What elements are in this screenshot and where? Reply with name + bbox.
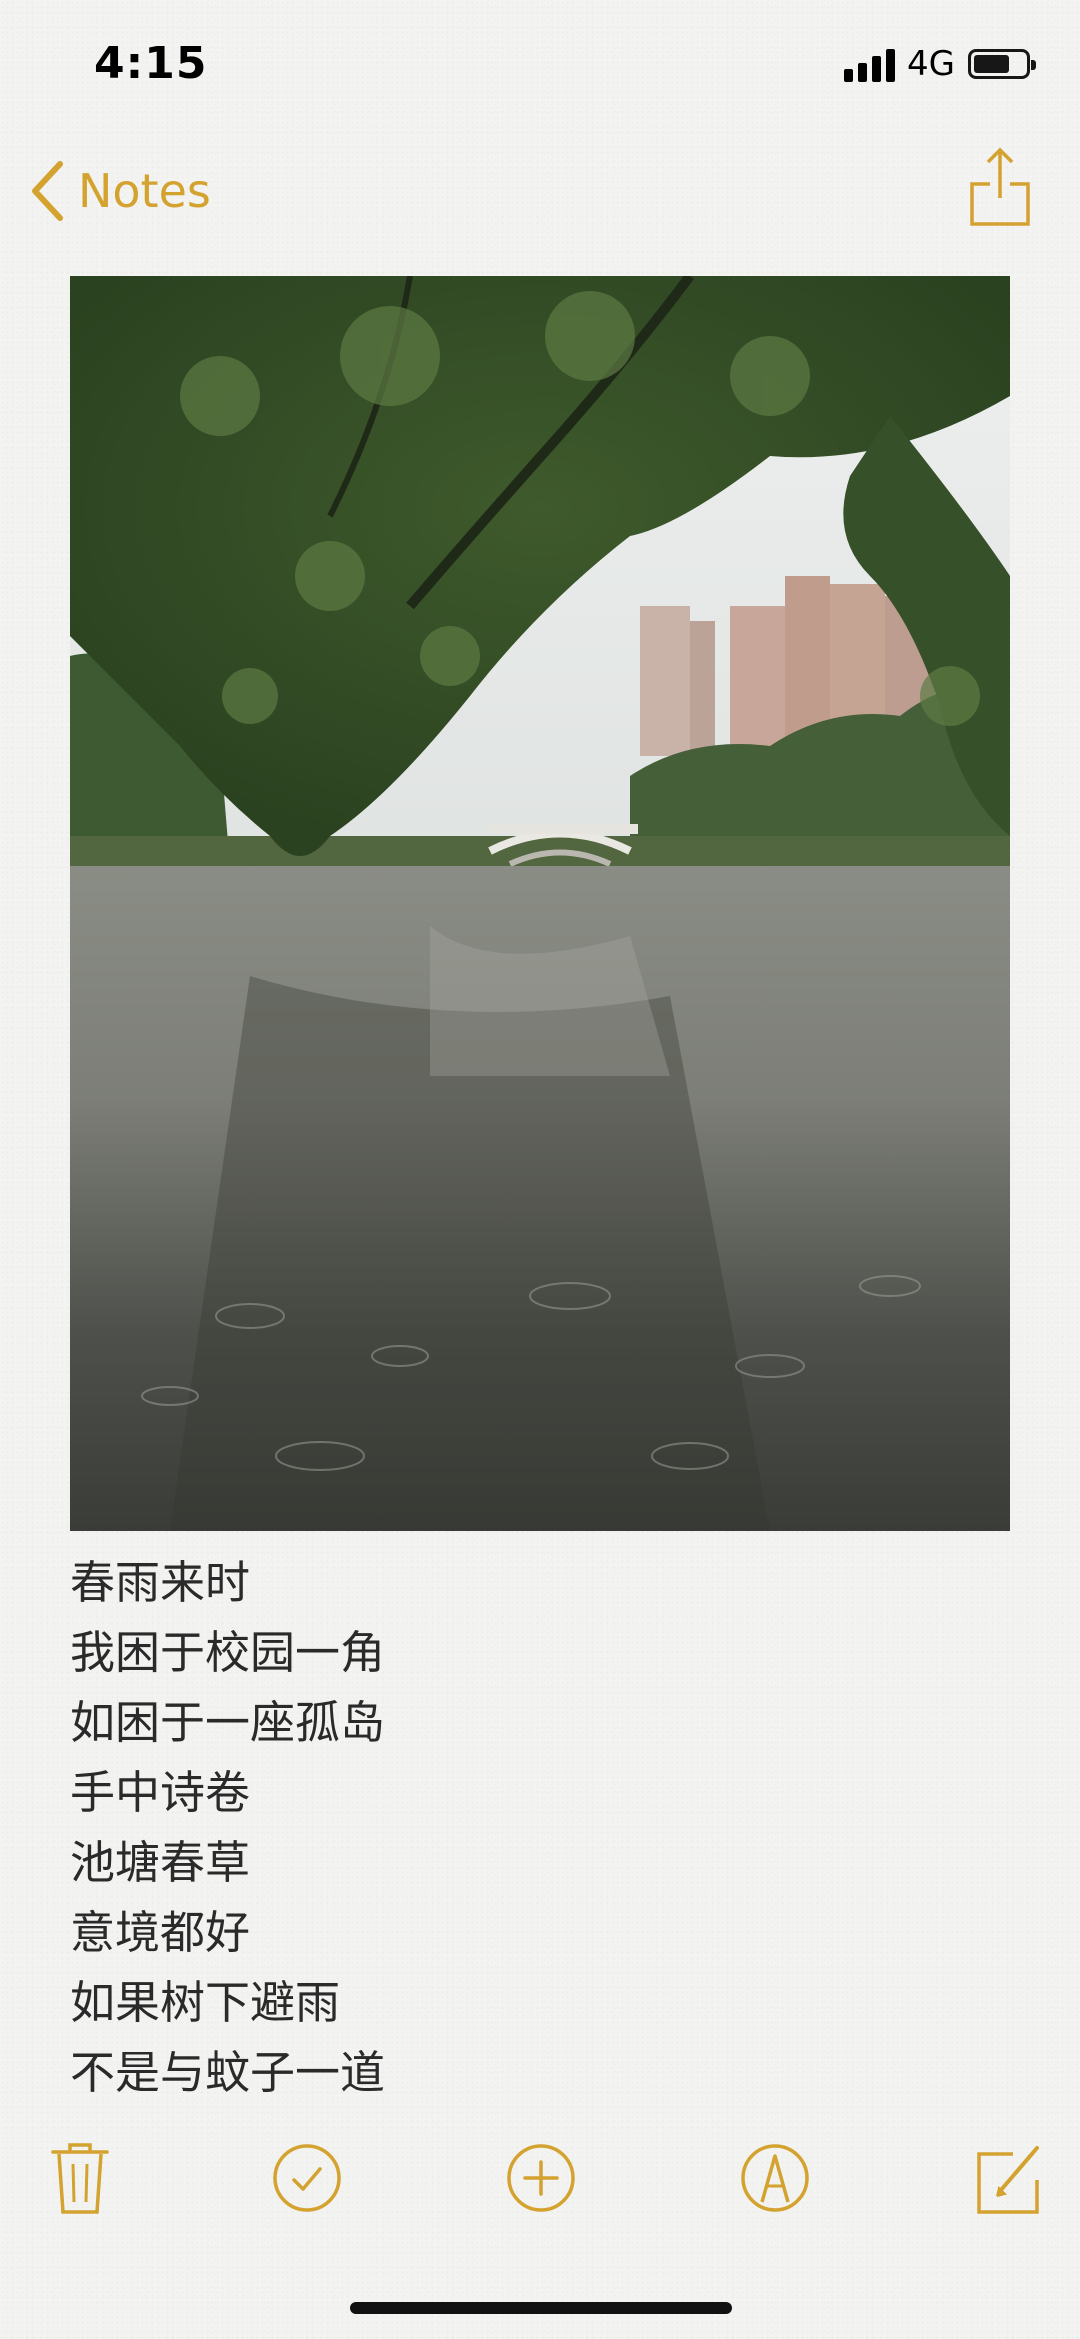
status-bar: 4:15 4G	[0, 0, 1080, 130]
back-label: Notes	[78, 164, 211, 218]
note-line[interactable]: 手中诗卷	[70, 1758, 1010, 1828]
note-line[interactable]: 不是与蚊子一道	[70, 2038, 1010, 2108]
note-line[interactable]: 如困于一座孤岛	[70, 1688, 1010, 1758]
network-type: 4G	[907, 44, 955, 84]
markup-button[interactable]	[740, 2140, 810, 2216]
trash-icon	[51, 2143, 109, 2214]
status-time: 4:15	[94, 38, 208, 89]
markup-icon	[741, 2144, 809, 2212]
checklist-icon	[273, 2144, 341, 2212]
note-line[interactable]: 春雨来时	[70, 1548, 1010, 1618]
note-line[interactable]: 如果树下避雨	[70, 1968, 1010, 2038]
checklist-button[interactable]	[272, 2140, 342, 2216]
add-attachment-button[interactable]	[506, 2140, 576, 2216]
delete-button[interactable]	[45, 2140, 115, 2216]
compose-button[interactable]	[975, 2140, 1045, 2216]
lake-photo-image	[70, 276, 1010, 1531]
note-line[interactable]: 我困于校园一角	[70, 1618, 1010, 1688]
share-icon	[970, 147, 1030, 226]
note-line[interactable]: 池塘春草	[70, 1828, 1010, 1898]
home-indicator[interactable]	[350, 2302, 732, 2314]
note-text[interactable]: 春雨来时 我困于校园一角 如困于一座孤岛 手中诗卷 池塘春草 意境都好 如果树下…	[70, 1548, 1010, 2108]
note-photo[interactable]	[70, 276, 1010, 1531]
compose-icon	[977, 2146, 1039, 2214]
note-line[interactable]: 意境都好	[70, 1898, 1010, 1968]
share-button[interactable]	[968, 144, 1032, 228]
battery-icon	[968, 49, 1036, 79]
back-button[interactable]: Notes	[30, 156, 211, 226]
cellular-signal-icon	[844, 48, 896, 82]
chevron-left-icon	[32, 161, 63, 221]
add-icon	[507, 2144, 575, 2212]
